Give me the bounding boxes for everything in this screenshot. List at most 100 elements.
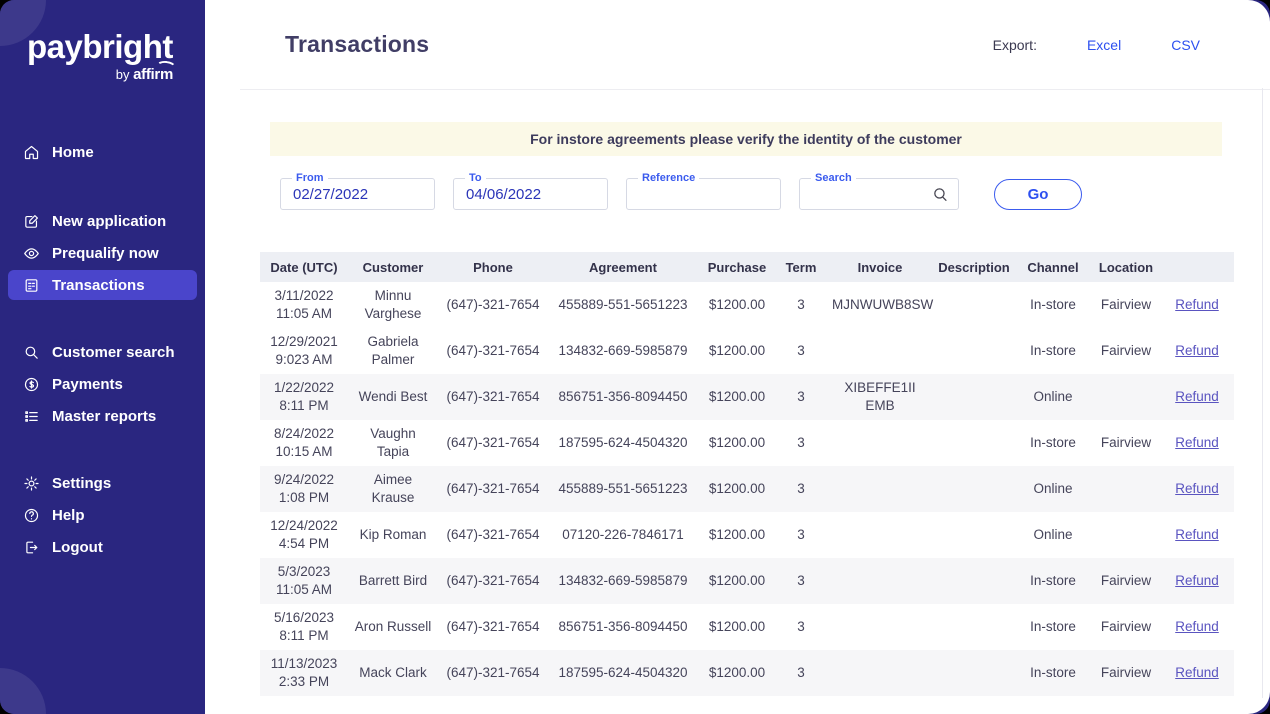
edit-icon: [22, 212, 40, 230]
channel-cell: In-store: [1030, 342, 1076, 358]
term-cell: 3: [776, 466, 826, 512]
date-cell: 9/24/2022 1:08 PM: [260, 466, 348, 512]
phone-cell: (647)-321-7654: [446, 434, 540, 450]
channel-cell: In-store: [1030, 618, 1076, 634]
location-cell: Fairview: [1100, 434, 1152, 450]
table-row: 1/22/2022 8:11 PM Wendi Best (647)-321-76…: [260, 374, 1234, 420]
date-cell: 12/29/2021 9:023 AM: [270, 333, 338, 367]
location-cell: Fairview: [1092, 650, 1160, 696]
paybright-wordmark: paybright: [27, 28, 173, 65]
phone-cell: (647)-321-7654: [446, 526, 540, 542]
column-header-purchase: Purchase: [698, 252, 776, 282]
channel-cell: In-store: [1014, 558, 1092, 604]
table-row: 12/29/2021 9:023 AM Gabriela Palmer (647)…: [260, 328, 1234, 374]
column-header-agreement: Agreement: [548, 252, 698, 282]
phone-cell: (647)-321-7654: [438, 374, 548, 420]
app-window: paybright by affirm Home New application: [0, 0, 1270, 714]
sidebar-item-settings[interactable]: Settings: [8, 468, 197, 498]
export-controls: Export: Excel CSV: [993, 37, 1200, 53]
refund-link[interactable]: Refund: [1175, 297, 1219, 312]
sidebar-item-customer-search[interactable]: Customer search: [8, 337, 197, 367]
purchase-cell: $1200.00: [708, 296, 766, 312]
export-csv-link[interactable]: CSV: [1171, 37, 1200, 53]
customer-cell: Vaughn Tapia: [370, 425, 416, 459]
channel-cell: Online: [1014, 466, 1092, 512]
agreement-cell: 455889-551-5651223: [558, 296, 688, 312]
by-affirm-logo: by affirm: [27, 59, 177, 83]
customer-cell: Minnu Varghese: [364, 287, 422, 321]
refund-link[interactable]: Refund: [1175, 389, 1219, 404]
date-cell: 11/13/2023 2:33 PM: [260, 650, 348, 696]
refund-link[interactable]: Refund: [1175, 343, 1219, 358]
description-cell: [934, 282, 1014, 328]
invoice-cell: [826, 512, 934, 558]
export-label: Export:: [992, 36, 1037, 53]
channel-cell: In-store: [1030, 296, 1076, 312]
column-header-phone: Phone: [438, 252, 548, 282]
channel-cell: Online: [1014, 374, 1092, 420]
refund-link[interactable]: Refund: [1175, 435, 1219, 450]
refund-link[interactable]: Refund: [1175, 481, 1219, 496]
purchase-cell: $1200.00: [698, 466, 776, 512]
search-field: Search: [799, 172, 959, 210]
purchase-cell: $1200.00: [708, 618, 766, 634]
table-body: 3/11/2022 11:05 AM Minnu Varghese (647)-3…: [260, 282, 1234, 696]
sidebar-item-label: Help: [52, 506, 85, 524]
sidebar-item-label: Master reports: [52, 407, 157, 425]
invoice-cell: MJNWUWB8SW: [832, 296, 934, 312]
sidebar-item-help[interactable]: Help: [8, 500, 197, 530]
term-cell: 3: [797, 618, 805, 634]
sidebar-item-master-reports[interactable]: Master reports: [8, 401, 197, 431]
sidebar-item-home[interactable]: Home: [8, 137, 197, 167]
go-button[interactable]: Go: [994, 178, 1082, 210]
sidebar-item-payments[interactable]: Payments: [8, 369, 197, 399]
action-cell: Refund: [1160, 650, 1234, 696]
action-cell: Refund: [1160, 328, 1234, 374]
action-cell: Refund: [1160, 512, 1234, 558]
phone-cell: (647)-321-7654: [446, 342, 540, 358]
date-cell: 3/11/2022 11:05 AM: [274, 287, 334, 321]
search-icon: [932, 186, 949, 203]
table-row: 8/24/2022 10:15 AM Vaughn Tapia (647)-321…: [260, 420, 1234, 466]
description-cell: [934, 466, 1014, 512]
sidebar-item-label: New application: [52, 212, 167, 230]
sidebar-item-label: Transactions: [52, 276, 145, 294]
description-cell: [934, 650, 1014, 696]
invoice-cell: [826, 558, 934, 604]
refund-link[interactable]: Refund: [1175, 573, 1219, 588]
action-cell: Refund: [1160, 420, 1234, 466]
refund-link[interactable]: Refund: [1175, 527, 1219, 542]
refund-link[interactable]: Refund: [1175, 665, 1219, 680]
sidebar-item-prequalify-now[interactable]: Prequalify now: [8, 238, 197, 268]
phone-cell: (647)-321-7654: [446, 618, 540, 634]
purchase-cell: $1200.00: [698, 558, 776, 604]
page-header: Transactions Export: Excel CSV: [240, 0, 1270, 90]
customer-cell: Mack Clark: [348, 650, 438, 696]
search-icon: [22, 343, 40, 361]
action-cell: Refund: [1160, 466, 1234, 512]
sidebar-item-transactions[interactable]: Transactions: [8, 270, 197, 300]
description-cell: [934, 558, 1014, 604]
purchase-cell: $1200.00: [708, 526, 766, 542]
customer-cell: Wendi Best: [348, 374, 438, 420]
description-cell: [934, 604, 1014, 650]
to-date-label: To: [465, 172, 486, 186]
invoice-cell: XIBEFFE1II EMB: [826, 374, 934, 420]
agreement-cell: 187595-624-4504320: [558, 434, 688, 450]
sidebar-item-label: Home: [52, 143, 94, 161]
channel-cell: In-store: [1014, 650, 1092, 696]
export-excel-link[interactable]: Excel: [1087, 37, 1121, 53]
refund-link[interactable]: Refund: [1175, 619, 1219, 634]
date-cell: 8/24/2022 10:15 AM: [273, 425, 335, 459]
invoice-cell: [826, 328, 934, 374]
sidebar-item-new-application[interactable]: New application: [8, 206, 197, 236]
table-header-row: Date (UTC) Customer Phone Agreement Purc…: [260, 252, 1234, 282]
invoice-cell: [826, 466, 934, 512]
column-header-action: [1160, 252, 1234, 282]
phone-cell: (647)-321-7654: [438, 558, 548, 604]
location-cell: Fairview: [1100, 342, 1152, 358]
scrollbar-track[interactable]: [1262, 88, 1263, 698]
sidebar-item-logout[interactable]: Logout: [8, 532, 197, 562]
sidebar: paybright by affirm Home New application: [0, 0, 205, 714]
home-icon: [22, 143, 40, 161]
